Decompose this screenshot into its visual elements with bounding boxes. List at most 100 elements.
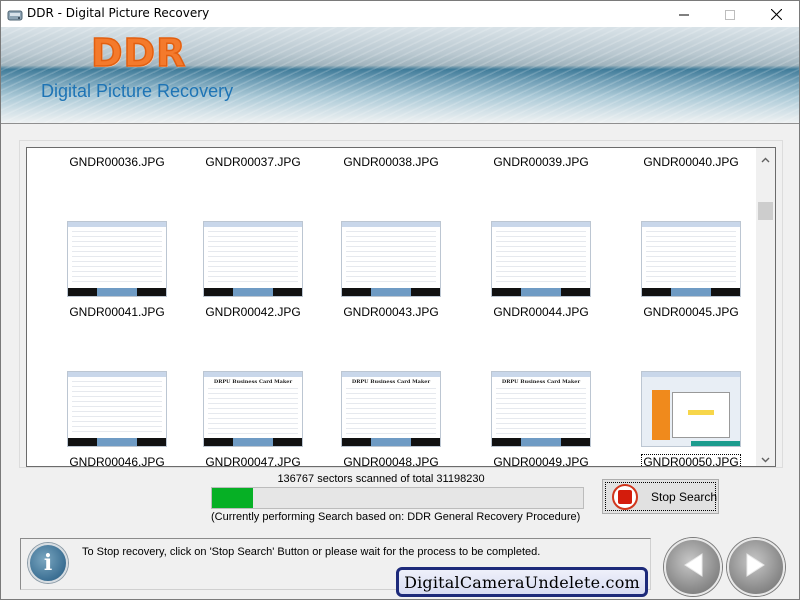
thumb-footer-brand xyxy=(371,438,411,446)
title-bar: DDR - Digital Picture Recovery xyxy=(1,1,799,27)
file-name: GNDR00043.JPG xyxy=(343,305,439,319)
file-name: GNDR00039.JPG xyxy=(493,155,589,169)
stop-search-label: Stop Search xyxy=(651,490,718,504)
thumb-footer-brand xyxy=(97,288,137,296)
thumb-titlebar xyxy=(492,372,590,377)
stop-icon xyxy=(612,484,638,510)
maximize-icon xyxy=(725,5,735,24)
recovered-files-view[interactable]: GNDR00036.JPG GNDR00037.JPG GNDR00038.JPG G… xyxy=(26,147,776,467)
ddr-logo: DDR xyxy=(90,30,187,76)
file-name: GNDR00044.JPG xyxy=(493,305,589,319)
thumb-footer-brand xyxy=(97,438,137,446)
file-item[interactable]: GNDR00050.JPG xyxy=(621,451,761,467)
close-button[interactable] xyxy=(753,1,799,27)
file-item[interactable]: GNDR00049.JPG xyxy=(471,451,611,467)
file-thumbnail[interactable] xyxy=(203,221,303,297)
stop-square xyxy=(618,490,632,504)
thumb-content xyxy=(496,231,586,284)
file-item[interactable]: GNDR00044.JPG xyxy=(471,301,611,320)
banner-subtitle: Digital Picture Recovery xyxy=(41,81,234,101)
thumb-title: DRPU Business Card Maker xyxy=(351,379,431,385)
scroll-thumb[interactable] xyxy=(758,202,773,220)
app-window: DDR - Digital Picture Recovery DDR Digit… xyxy=(0,0,800,600)
thumb-title: DRPU Business Card Maker xyxy=(213,379,293,385)
file-name: GNDR00038.JPG xyxy=(343,155,439,169)
thumb-content xyxy=(346,388,436,434)
chevron-down-icon xyxy=(761,448,770,467)
thumb-toolbar xyxy=(642,372,740,377)
file-item[interactable]: GNDR00038.JPG xyxy=(321,151,461,170)
thumb-footer xyxy=(691,441,740,446)
thumb-content xyxy=(496,388,586,434)
thumb-content xyxy=(72,231,162,284)
file-name: GNDR00048.JPG xyxy=(343,455,439,467)
back-button[interactable] xyxy=(664,538,722,596)
thumb-content xyxy=(346,231,436,284)
thumb-footer-brand xyxy=(521,438,561,446)
thumb-titlebar xyxy=(642,222,740,227)
window-title: DDR - Digital Picture Recovery xyxy=(27,6,210,20)
file-thumbnail[interactable] xyxy=(341,221,441,297)
thumb-footer-brand xyxy=(671,288,711,296)
file-item[interactable]: GNDR00047.JPG xyxy=(183,451,323,467)
thumb-orange-panel xyxy=(652,390,670,440)
file-name: GNDR00047.JPG xyxy=(205,455,301,467)
file-thumbnail[interactable]: DRPU Business Card Maker xyxy=(491,371,591,447)
maximize-button[interactable] xyxy=(707,1,753,27)
scroll-up-button[interactable] xyxy=(756,148,775,166)
file-item[interactable]: GNDR00042.JPG xyxy=(183,301,323,320)
file-item[interactable]: GNDR00043.JPG xyxy=(321,301,461,320)
thumb-dialog xyxy=(672,392,730,438)
file-thumbnail[interactable] xyxy=(67,221,167,297)
close-icon xyxy=(770,5,782,24)
minimize-button[interactable] xyxy=(661,1,707,27)
scan-progress-bar xyxy=(211,487,584,509)
thumb-titlebar xyxy=(204,222,302,227)
file-thumbnail[interactable] xyxy=(67,371,167,447)
thumb-footer-brand xyxy=(233,288,273,296)
file-thumbnail[interactable] xyxy=(641,221,741,297)
file-item[interactable]: GNDR00046.JPG xyxy=(47,451,187,467)
file-name: GNDR00042.JPG xyxy=(205,305,301,319)
file-name: GNDR00050.JPG xyxy=(641,454,741,467)
file-name: GNDR00040.JPG xyxy=(643,155,739,169)
file-name: GNDR00041.JPG xyxy=(69,305,165,319)
back-arrow-icon xyxy=(682,552,704,582)
drive-recovery-icon xyxy=(7,7,23,21)
file-item[interactable]: GNDR00041.JPG xyxy=(47,301,187,320)
thumb-titlebar xyxy=(68,372,166,377)
scroll-down-button[interactable] xyxy=(756,448,775,466)
file-name: GNDR00045.JPG xyxy=(643,305,739,319)
file-item[interactable]: GNDR00045.JPG xyxy=(621,301,761,320)
file-thumbnail[interactable]: DRPU Business Card Maker xyxy=(203,371,303,447)
thumb-titlebar xyxy=(342,372,440,377)
file-name: GNDR00046.JPG xyxy=(69,455,165,467)
scan-progress-fill xyxy=(212,488,253,508)
procedure-label: (Currently performing Search based on: D… xyxy=(211,511,581,523)
file-thumbnail[interactable] xyxy=(641,371,741,447)
stop-search-button[interactable]: Stop Search xyxy=(602,479,719,514)
file-item[interactable]: GNDR00037.JPG xyxy=(183,151,323,170)
minimize-icon xyxy=(679,5,689,24)
thumb-titlebar xyxy=(68,222,166,227)
chevron-up-icon xyxy=(761,148,770,167)
file-grid: GNDR00036.JPG GNDR00037.JPG GNDR00038.JPG G… xyxy=(27,148,757,467)
thumb-content xyxy=(208,231,298,284)
thumb-content xyxy=(646,231,736,284)
thumb-titlebar xyxy=(342,222,440,227)
file-item[interactable]: GNDR00040.JPG xyxy=(621,151,761,170)
thumb-title: DRPU Business Card Maker xyxy=(501,379,581,385)
file-item[interactable]: GNDR00039.JPG xyxy=(471,151,611,170)
brand-link[interactable]: DigitalCameraUndelete.com xyxy=(396,567,648,597)
info-icon: i xyxy=(28,543,68,583)
banner-divider xyxy=(1,123,799,124)
file-item[interactable]: GNDR00036.JPG xyxy=(47,151,187,170)
thumb-footer-brand xyxy=(521,288,561,296)
thumb-footer-brand xyxy=(371,288,411,296)
file-thumbnail[interactable] xyxy=(491,221,591,297)
file-name: GNDR00049.JPG xyxy=(493,455,589,467)
file-thumbnail[interactable]: DRPU Business Card Maker xyxy=(341,371,441,447)
vertical-scrollbar[interactable] xyxy=(756,148,775,466)
file-item[interactable]: GNDR00048.JPG xyxy=(321,451,461,467)
next-button[interactable] xyxy=(727,538,785,596)
